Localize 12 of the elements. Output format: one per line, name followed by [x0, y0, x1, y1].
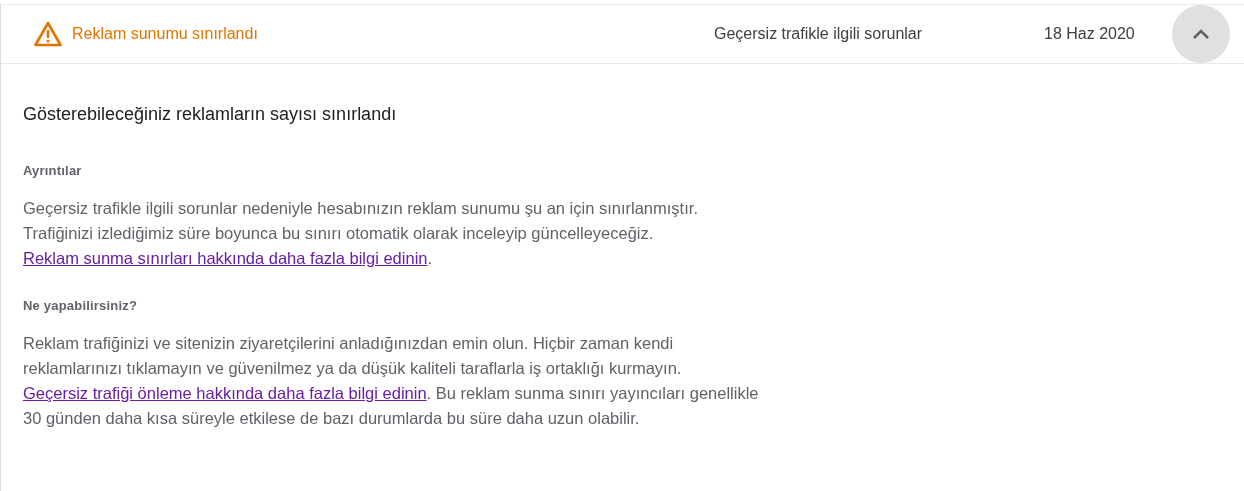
section-paragraph: Geçersiz trafikle ilgili sorunlar nedeniyle hesabınızın reklam sunumu şu an için sınırlanmıştır. Trafiğinizi izlediğimiz süre boyunca bu sınırı otomatik olarak inceleyip güncelleyeceğiz. Reklam sunma sınırları hakkında daha fazla bilgi edinin.: [23, 198, 699, 269]
learn-more-link[interactable]: Reklam sunma sınırları hakkında daha fazla bilgi edinin: [23, 249, 428, 267]
warning-icon: [34, 21, 62, 47]
issue-title: Gösterebileceğiniz reklamların sayısı sınırlandı: [23, 104, 398, 125]
issue-date: 18 Haz 2020: [1044, 25, 1136, 43]
section-heading: Ne yapabilirsiniz?: [23, 298, 139, 313]
issue-category: Geçersiz trafikle ilgili sorunlar: [714, 25, 924, 43]
section-paragraph: Reklam trafiğinizi ve sitenizin ziyaretçilerini anladığınızdan emin olun. Hiçbir zaman kendi reklamlarınızı tıklamayın ve güvenilmez ya da düşük kaliteli taraflarla iş ortaklığı kurmayın. Geçersiz trafiği önleme hakkında daha fazla bilgi edinin. Bu reklam sunma sınırı yayıncıları genellikle 30 günden daha kısa süreyle etkilese de bazı durumlarda bu süre daha uzun olabilir.: [23, 333, 760, 429]
chevron-icon: [1192, 28, 1210, 40]
status-label: Reklam sunumu sınırlandı: [72, 25, 258, 43]
section-heading: Ayrıntılar: [23, 163, 83, 178]
learn-more-link[interactable]: Geçersiz trafiği önleme hakkında daha fazla bilgi edinin: [23, 384, 427, 402]
